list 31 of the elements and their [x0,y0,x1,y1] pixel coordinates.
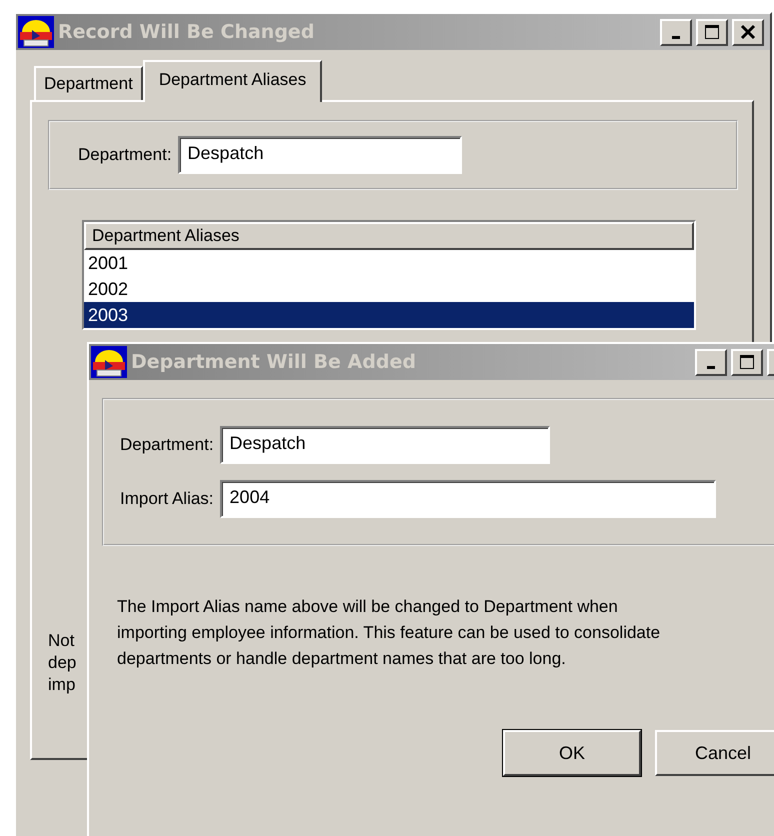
aliases-list[interactable]: Department Aliases 2001 2002 2003 [82,220,696,330]
department-field[interactable]: Despatch [220,426,550,464]
field-label: Department: [120,435,214,455]
dialog-button[interactable]: OK [503,730,641,776]
minimize-button[interactable] [695,348,727,376]
window-title: Department Will Be Added [131,351,417,373]
import-alias-field[interactable]: 2004 [220,480,716,518]
note-text: imp [48,674,76,696]
close-icon [740,24,756,40]
minimize-icon [707,366,715,368]
tab[interactable]: Department [34,66,143,100]
minimize-icon [672,36,680,38]
maximize-button[interactable] [696,18,728,46]
minimize-button[interactable] [660,18,692,46]
maximize-icon [704,24,720,40]
column-header[interactable]: Department Aliases [84,222,694,250]
close-button[interactable] [732,18,764,46]
field-label: Import Alias: [120,489,214,509]
app-logo-icon [91,346,127,378]
tab[interactable]: Department Aliases [142,60,322,102]
window-title: Record Will Be Changed [58,21,316,43]
maximize-icon [739,354,755,370]
department-field[interactable]: Despatch [178,136,462,174]
description-text: The Import Alias name above will be changed to Department when importing employee information. This feature can be used to consolidate departments or handle department names that are too long. [117,596,662,670]
maximize-button[interactable] [731,348,763,376]
app-logo-icon [18,16,54,48]
note-text: dep [48,652,76,674]
list-row[interactable]: 2003 [84,302,694,328]
dialog-button[interactable]: Cancel [655,730,774,776]
note-text: Not [48,630,74,652]
field-label: Department: [78,145,172,165]
